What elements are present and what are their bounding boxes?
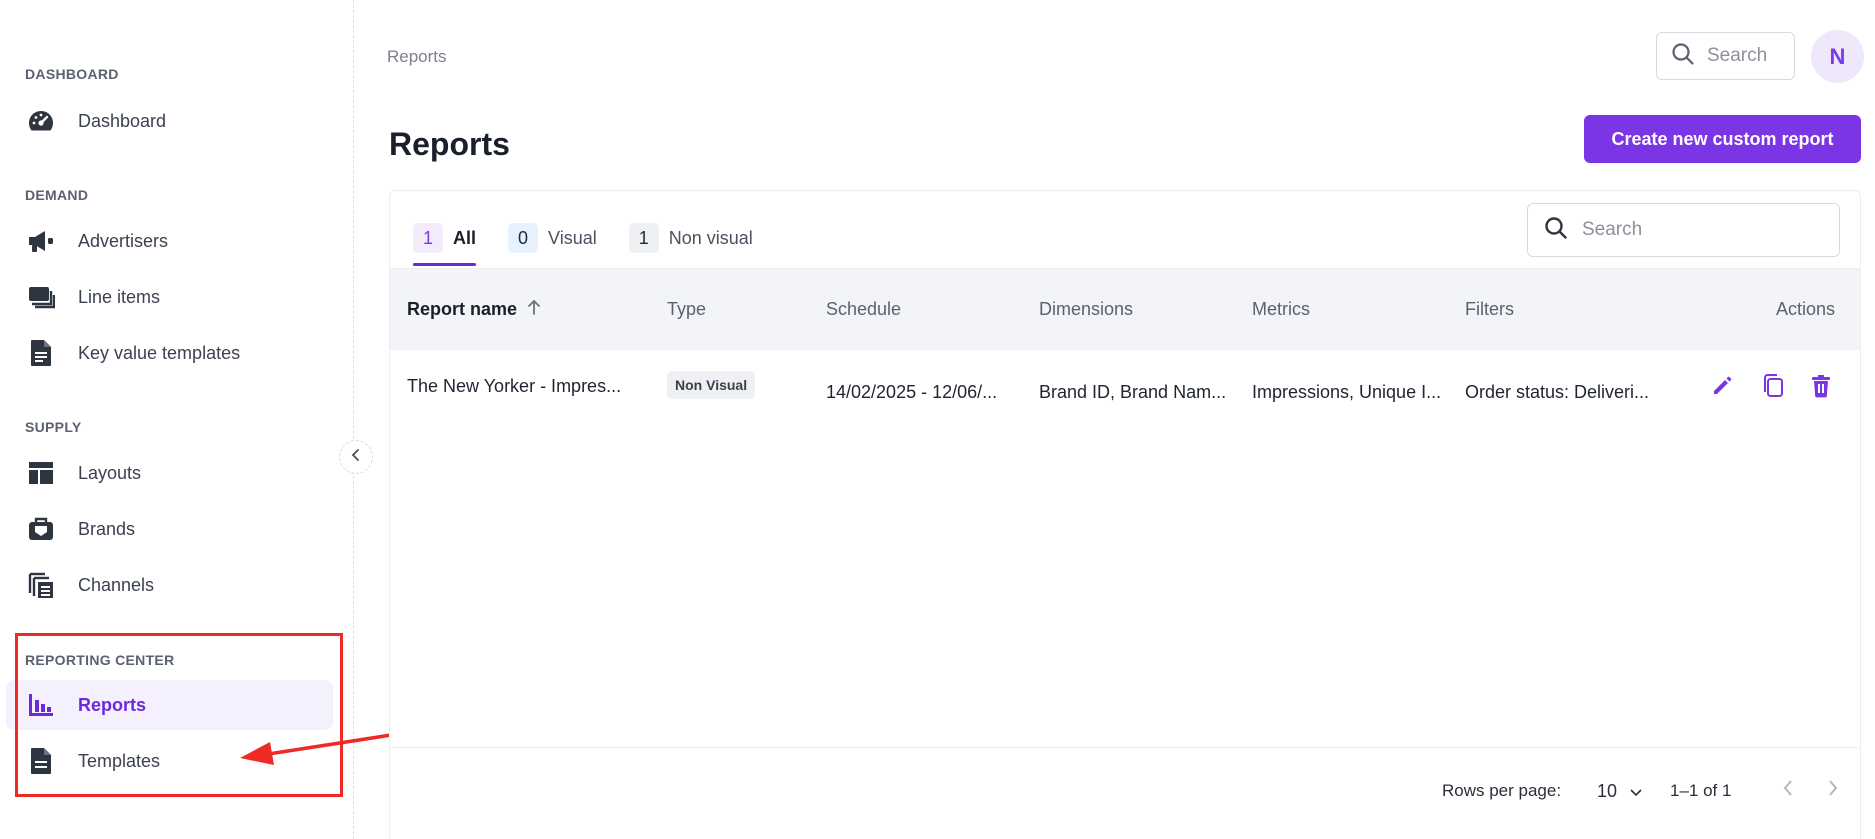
speedometer-icon — [26, 106, 56, 136]
sidebar-item-advertisers[interactable]: Advertisers — [6, 216, 333, 266]
next-page-button[interactable] — [1819, 776, 1847, 804]
table-header: Report name Type Schedule Dimensions Met… — [390, 268, 1860, 350]
type-badge: Non Visual — [667, 371, 756, 399]
cell-filters: Order status: Deliveri... — [1465, 382, 1650, 402]
section-title-dashboard: DASHBOARD — [25, 66, 119, 82]
cell-report-name[interactable]: The New Yorker - Impres... — [407, 376, 621, 397]
cell-schedule: 14/02/2025 - 12/06/... — [826, 382, 998, 402]
chevron-left-icon — [350, 448, 362, 467]
app-root: DASHBOARD Dashboard DEMAND Advertisers L… — [0, 0, 1875, 839]
megaphone-icon — [26, 226, 56, 256]
sidebar-item-label: Key value templates — [78, 342, 241, 363]
column-header-dimensions[interactable]: Dimensions — [1039, 299, 1133, 320]
report-search-input[interactable]: Search — [1527, 203, 1840, 257]
sidebar-item-brands[interactable]: Brands — [6, 504, 333, 554]
edit-button[interactable] — [1707, 373, 1737, 403]
tab-label: Non visual — [668, 227, 753, 248]
search-icon — [1671, 42, 1695, 71]
column-header-schedule[interactable]: Schedule — [826, 299, 901, 320]
pagination-range: 1–1 of 1 — [1670, 781, 1732, 800]
chevron-left-icon — [1782, 779, 1794, 802]
section-title-demand: DEMAND — [25, 187, 89, 203]
sidebar-item-layouts[interactable]: Layouts — [6, 448, 333, 498]
trash-icon — [1810, 374, 1832, 403]
tab-all[interactable]: 1 All — [413, 218, 477, 266]
cell-dimensions: Brand ID, Brand Nam... — [1039, 382, 1227, 402]
create-report-button[interactable]: Create new custom report — [1584, 115, 1861, 163]
sidebar-item-label: Layouts — [78, 462, 142, 483]
chevron-right-icon — [1827, 779, 1839, 802]
previous-page-button[interactable] — [1774, 776, 1802, 804]
column-header-metrics[interactable]: Metrics — [1252, 299, 1310, 320]
sidebar-item-label: Channels — [78, 574, 155, 595]
sidebar-item-label: Reports — [78, 694, 147, 715]
section-title-reporting-center: REPORTING CENTER — [25, 652, 175, 668]
document-icon — [26, 746, 56, 776]
report-tabs: 1 All 0 Visual 1 Non visual — [413, 218, 785, 266]
sidebar-item-line-items[interactable]: Line items — [6, 272, 333, 322]
tab-label: Visual — [548, 227, 597, 248]
tab-label: All — [453, 227, 477, 248]
search-placeholder: Search — [1582, 219, 1643, 240]
layout-icon — [26, 458, 56, 488]
section-title-supply: SUPPLY — [25, 419, 82, 435]
column-label: Report name — [407, 299, 518, 319]
channels-icon — [26, 570, 56, 600]
chevron-down-icon — [1629, 781, 1643, 802]
tab-non-visual[interactable]: 1 Non visual — [628, 218, 753, 258]
copy-icon — [1762, 373, 1786, 404]
tab-count-badge: 0 — [508, 223, 539, 253]
tab-visual[interactable]: 0 Visual — [508, 218, 597, 258]
table-row[interactable]: The New Yorker - Impres... 14/02/2025 - … — [390, 350, 1860, 430]
document-icon — [26, 338, 56, 368]
avatar[interactable]: N — [1811, 30, 1864, 83]
sidebar-item-label: Templates — [78, 750, 161, 771]
tab-count-badge: 1 — [628, 223, 659, 253]
column-header-report-name[interactable]: Report name — [407, 299, 541, 320]
search-icon — [1544, 216, 1568, 245]
duplicate-button[interactable] — [1759, 373, 1789, 403]
sidebar-item-key-value-templates[interactable]: Key value templates — [6, 328, 333, 378]
column-header-filters[interactable]: Filters — [1465, 299, 1514, 320]
column-header-type[interactable]: Type — [667, 299, 706, 320]
sidebar-item-label: Brands — [78, 518, 136, 539]
page-title: Reports — [389, 126, 510, 162]
sidebar-item-label: Line items — [78, 286, 161, 307]
tab-count-badge: 1 — [413, 223, 443, 253]
sidebar-item-dashboard[interactable]: Dashboard — [6, 96, 333, 146]
column-header-actions: Actions — [1776, 299, 1836, 319]
sort-ascending-icon — [527, 299, 541, 320]
collapse-sidebar-button[interactable] — [339, 440, 373, 474]
global-search[interactable]: Search — [1656, 32, 1795, 80]
brand-icon — [26, 514, 56, 544]
rows-per-page-select[interactable]: 10 — [1597, 776, 1649, 806]
reports-card: 1 All 0 Visual 1 Non visual Search Repor… — [389, 190, 1861, 839]
delete-button[interactable] — [1806, 373, 1836, 403]
rows-per-page-value: 10 — [1597, 780, 1618, 801]
sidebar: DASHBOARD Dashboard DEMAND Advertisers L… — [0, 0, 354, 839]
cell-metrics: Impressions, Unique I... — [1252, 382, 1442, 402]
bar-chart-icon — [26, 690, 56, 720]
sidebar-item-label: Dashboard — [78, 110, 167, 131]
sidebar-item-templates[interactable]: Templates — [6, 736, 333, 786]
table-footer-divider — [390, 747, 1860, 748]
sidebar-item-label: Advertisers — [78, 230, 169, 251]
sidebar-item-reports[interactable]: Reports — [6, 680, 333, 730]
rows-per-page-label: Rows per page: — [1442, 781, 1562, 800]
breadcrumb[interactable]: Reports — [387, 47, 447, 67]
sidebar-item-channels[interactable]: Channels — [6, 560, 333, 610]
pencil-icon — [1711, 375, 1733, 402]
stack-icon — [26, 282, 56, 312]
search-placeholder: Search — [1707, 45, 1768, 66]
